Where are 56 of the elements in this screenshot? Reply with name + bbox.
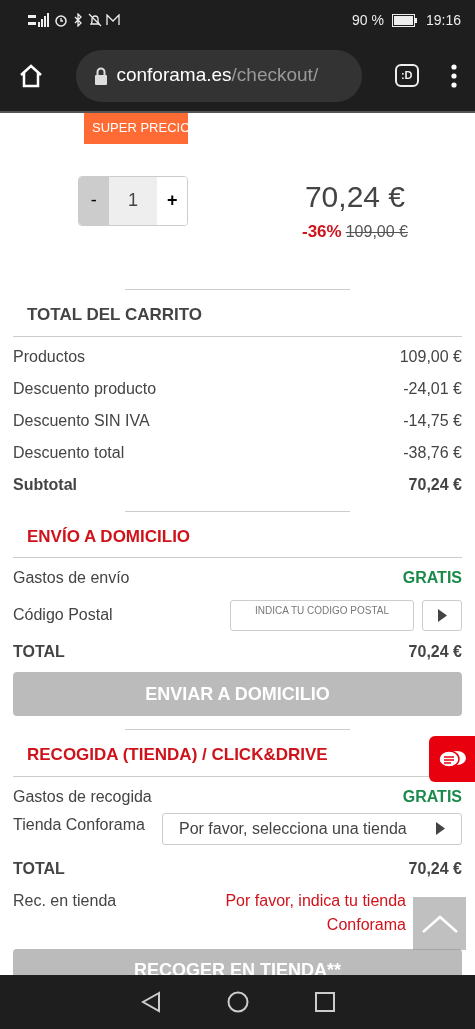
- signal-icon: [28, 13, 50, 27]
- recents-icon[interactable]: [314, 992, 335, 1012]
- battery-icon: [391, 13, 418, 27]
- row-value: 70,24 €: [408, 474, 462, 495]
- row-value: 70,24 €: [408, 642, 462, 662]
- more-menu-icon[interactable]: [450, 63, 457, 88]
- quantity-value: 1: [108, 176, 158, 225]
- discount-percent: -36%: [302, 220, 342, 243]
- row-value: 109,00 €: [399, 346, 462, 367]
- row-value: -14,75 €: [403, 410, 462, 431]
- alarm-icon: [54, 13, 68, 27]
- bluetooth-icon: [72, 13, 84, 27]
- home-icon[interactable]: [18, 62, 44, 89]
- clock: 19:16: [425, 10, 461, 30]
- warning-message: Por favor, indica tu tienda Conforama: [224, 890, 406, 935]
- old-price: 109,00 €: [345, 221, 408, 242]
- lock-icon: [94, 66, 109, 85]
- row-label: Subtotal: [13, 474, 77, 495]
- section-title: ENVÍO A DOMICILIO: [13, 511, 462, 558]
- tab-switcher-button[interactable]: :D: [394, 64, 419, 87]
- chat-button[interactable]: [429, 736, 475, 782]
- row-label: Tienda Conforama: [13, 814, 145, 835]
- row-label: Rec. en tienda: [13, 890, 117, 911]
- row-label: Código Postal: [13, 605, 113, 625]
- mail-icon: [106, 14, 120, 26]
- row-label: Descuento SIN IVA: [13, 410, 150, 431]
- muted-bell-icon: [88, 13, 102, 27]
- postal-code-field[interactable]: INDICA TU CÓDIGO POSTAL: [230, 599, 414, 631]
- chevron-up-icon: [420, 913, 459, 934]
- section-title: TOTAL DEL CARRITO: [13, 290, 462, 337]
- home-circle-icon[interactable]: [226, 991, 249, 1013]
- row-label: TOTAL: [13, 858, 65, 879]
- battery-percent: 90 %: [352, 10, 384, 30]
- row-value: -24,01 €: [403, 378, 462, 399]
- chat-bubbles-icon: [437, 748, 467, 770]
- back-icon[interactable]: [140, 991, 161, 1013]
- row-value: GRATIS: [402, 568, 462, 588]
- row-label: Gastos de recogida: [13, 786, 152, 807]
- play-triangle-icon: [436, 822, 445, 835]
- decrease-button[interactable]: -: [79, 176, 109, 225]
- url-bar[interactable]: conforama.es/checkout/: [76, 49, 363, 102]
- row-label: Productos: [13, 346, 86, 367]
- quantity-stepper[interactable]: - 1 +: [78, 175, 188, 226]
- play-triangle-icon: [437, 608, 447, 622]
- row-label: TOTAL: [13, 642, 65, 662]
- row-value: 70,24 €: [408, 858, 462, 879]
- price: 70,24 €: [304, 178, 406, 215]
- store-select[interactable]: Por favor, selecciona una tienda: [162, 812, 462, 845]
- url-text[interactable]: conforama.es/checkout/: [116, 61, 319, 90]
- row-value: -38,76 €: [403, 442, 462, 463]
- row-label: Descuento producto: [13, 378, 157, 399]
- row-label: Gastos de envío: [13, 568, 130, 588]
- store-select-text: Por favor, selecciona una tienda: [179, 818, 407, 839]
- row-value: GRATIS: [402, 786, 462, 807]
- row-label: Descuento total: [13, 442, 125, 463]
- submit-button[interactable]: [422, 599, 462, 631]
